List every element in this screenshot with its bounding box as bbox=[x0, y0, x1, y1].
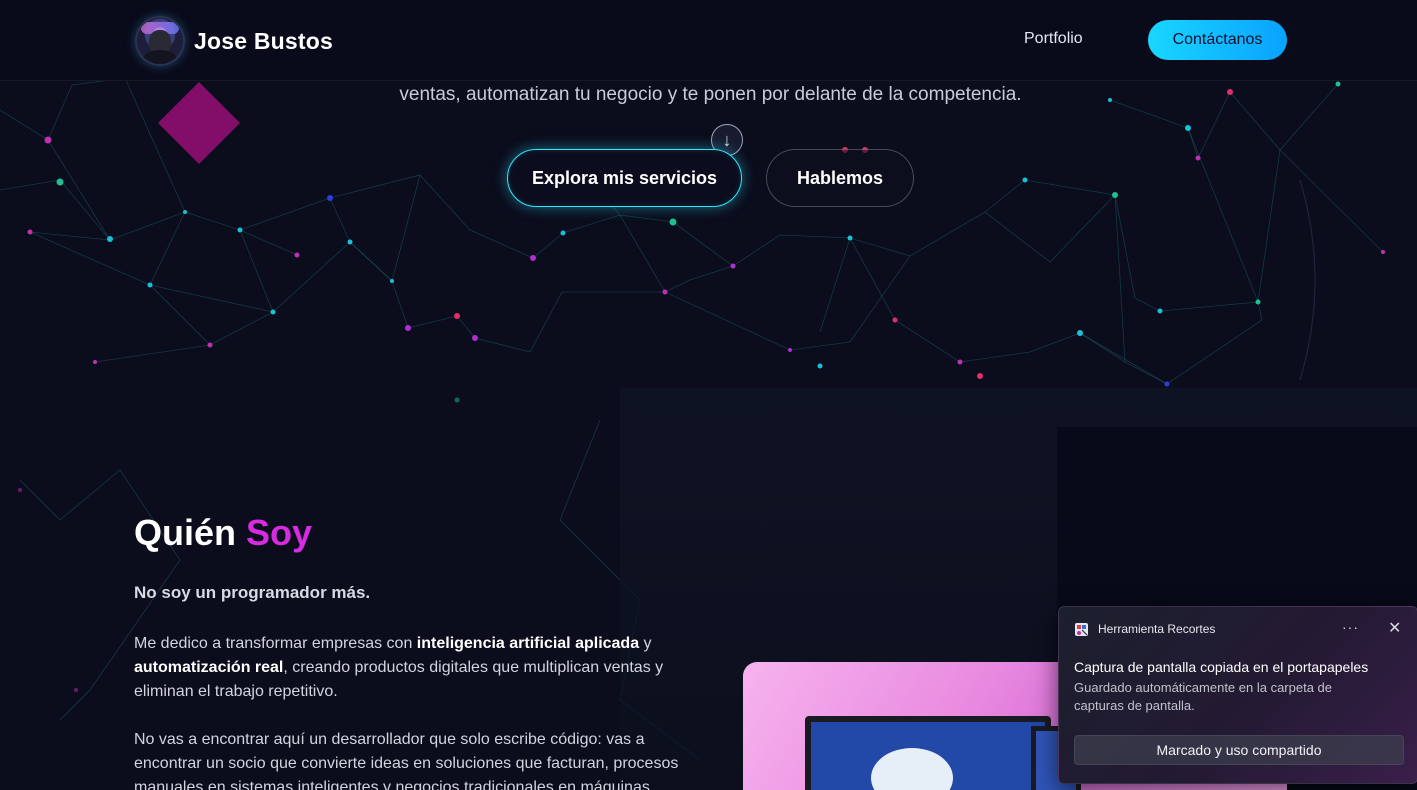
notification-app-name: Herramienta Recortes bbox=[1098, 622, 1216, 636]
more-options-icon[interactable]: ··· bbox=[1342, 619, 1359, 635]
contact-button[interactable]: Contáctanos bbox=[1148, 20, 1287, 60]
avatar bbox=[135, 16, 185, 66]
close-icon[interactable]: ✕ bbox=[1388, 618, 1401, 638]
page: ventas, automatizan tu negocio y te pone… bbox=[0, 0, 1417, 790]
about-title-accent: Soy bbox=[246, 512, 313, 553]
avatar-shirt bbox=[143, 50, 177, 64]
about-para1-text-a: Me dedico a transformar empresas con bbox=[134, 635, 417, 652]
about-paragraph-2: No vas a encontrar aquí un desarrollador… bbox=[134, 731, 679, 790]
about-lead: No soy un programador más. bbox=[134, 583, 371, 602]
brand[interactable]: Jose Bustos bbox=[135, 16, 333, 66]
about-title-main: Quién bbox=[134, 512, 247, 553]
about-para1-bold-automation: automatización real bbox=[134, 659, 284, 676]
nav-link-portfolio[interactable]: Portfolio bbox=[1024, 30, 1083, 48]
navbar: Jose Bustos Portfolio Contáctanos bbox=[0, 0, 1417, 81]
notification-title: Captura de pantalla copiada en el portap… bbox=[1074, 659, 1369, 675]
notification-body: Guardado automáticamente en la carpeta d… bbox=[1074, 680, 1333, 713]
explore-services-button[interactable]: Explora mis servicios bbox=[507, 149, 742, 207]
about-para1-bold-ai: inteligencia artificial aplicada bbox=[416, 635, 640, 652]
about-title: Quién Soy bbox=[134, 512, 312, 554]
lets-talk-button[interactable]: Hablemos bbox=[766, 149, 914, 207]
brand-name: Jose Bustos bbox=[194, 27, 333, 54]
snipping-tool-notification: Herramienta Recortes ··· ✕ Captura de pa… bbox=[1058, 606, 1417, 784]
about-paragraph-1: Me dedico a transformar empresas con int… bbox=[134, 632, 694, 704]
markup-and-share-button[interactable]: Marcado y uso compartido bbox=[1074, 735, 1404, 765]
snipping-tool-icon bbox=[1075, 623, 1088, 636]
about-para1-text-c: y bbox=[639, 635, 652, 652]
